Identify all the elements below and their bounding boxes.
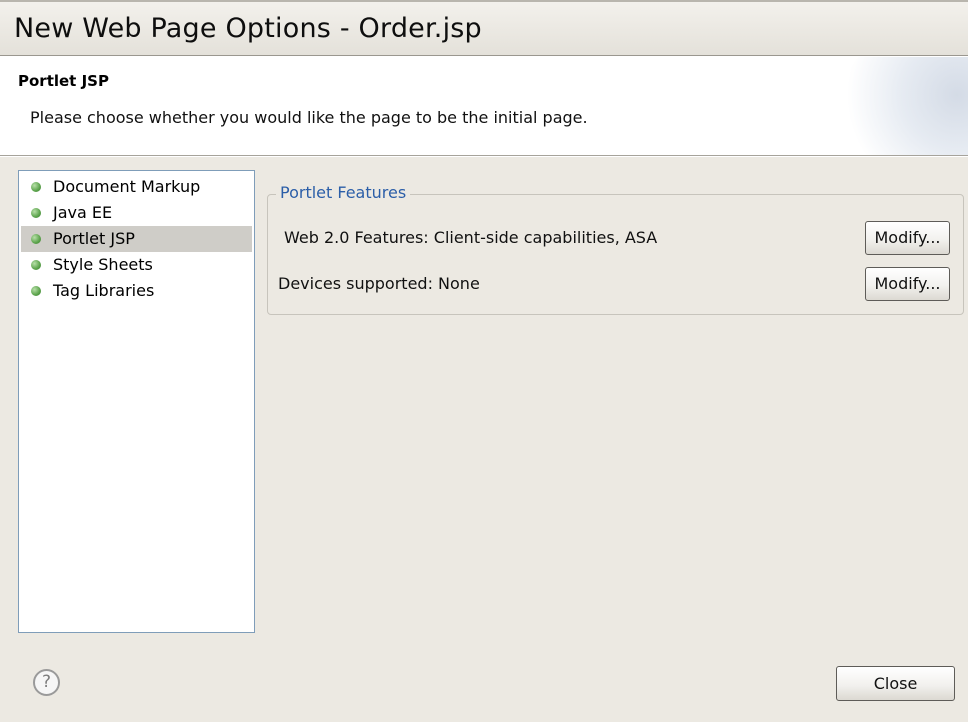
status-dot-icon: [31, 208, 41, 218]
category-item-style-sheets[interactable]: Style Sheets: [21, 252, 252, 278]
category-item-label: Document Markup: [53, 177, 201, 196]
status-dot-icon: [31, 286, 41, 296]
devices-supported-text: Devices supported: None: [278, 274, 480, 293]
category-item-java-ee[interactable]: Java EE: [21, 200, 252, 226]
category-item-portlet-jsp[interactable]: Portlet JSP: [21, 226, 252, 252]
header-banner-graphic: [838, 57, 968, 155]
group-legend: Portlet Features: [276, 182, 411, 204]
category-item-label: Portlet JSP: [53, 229, 135, 248]
modify-devices-button[interactable]: Modify...: [865, 267, 950, 301]
category-item-document-markup[interactable]: Document Markup: [21, 174, 252, 200]
portlet-features-group: Portlet Features Web 2.0 Features: Clien…: [267, 182, 964, 315]
status-dot-icon: [31, 234, 41, 244]
page-description: Please choose whether you would like the…: [30, 108, 588, 127]
status-dot-icon: [31, 182, 41, 192]
page-heading: Portlet JSP: [18, 72, 109, 90]
web20-features-text: Web 2.0 Features: Client-side capabiliti…: [284, 228, 658, 247]
category-item-label: Tag Libraries: [53, 281, 155, 300]
help-icon[interactable]: ?: [33, 669, 60, 696]
category-list: Document Markup Java EE Portlet JSP Styl…: [18, 170, 255, 633]
category-item-label: Java EE: [53, 203, 113, 222]
wizard-header: Portlet JSP Please choose whether you wo…: [0, 57, 968, 156]
dialog-content: Document Markup Java EE Portlet JSP Styl…: [0, 157, 968, 722]
dialog-title-bar: New Web Page Options - Order.jsp: [0, 0, 968, 56]
category-item-label: Style Sheets: [53, 255, 153, 274]
dialog-title: New Web Page Options - Order.jsp: [14, 13, 482, 44]
modify-web20-button[interactable]: Modify...: [865, 221, 950, 255]
category-item-tag-libraries[interactable]: Tag Libraries: [21, 278, 252, 304]
close-button[interactable]: Close: [836, 666, 955, 701]
status-dot-icon: [31, 260, 41, 270]
